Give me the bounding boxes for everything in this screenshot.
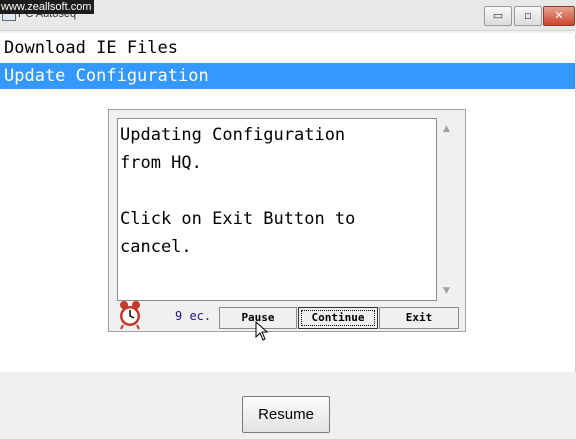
resume-button[interactable]: Resume [242,396,330,433]
maximize-icon: ▫ [524,9,532,22]
continue-button[interactable]: Continue [298,307,378,329]
watermark: www.zeallsoft.com [0,0,95,14]
progress-dialog: Updating Configuration from HQ. Click on… [108,109,466,332]
close-button[interactable]: ✕ [543,6,575,26]
minimize-button[interactable]: ▭ [484,6,512,26]
countdown-text: 9 ec. [175,309,212,323]
close-icon: ✕ [554,9,564,22]
alarm-clock-icon [120,301,140,330]
message-line: from HQ. [120,153,202,173]
list-item-update-configuration[interactable]: Update Configuration [0,63,575,89]
message-line: Updating Configuration [120,125,346,145]
title-bar: PC Autoseq www.zeallsoft.com ▭ ▫ ✕ [0,0,576,31]
message-line: Click on Exit Button to [120,209,356,229]
message-scrollbar[interactable]: ▲ ▼ [439,118,457,301]
mouse-cursor-icon [255,321,269,341]
message-line: cancel. [120,237,192,257]
list-item-download-ie-files[interactable]: Download IE Files [0,35,575,61]
maximize-button[interactable]: ▫ [514,6,542,26]
minimize-icon: ▭ [492,9,504,22]
scroll-up-icon[interactable]: ▲ [443,124,450,134]
message-box: Updating Configuration from HQ. Click on… [117,118,437,301]
message-line [120,177,436,205]
scroll-down-icon[interactable]: ▼ [443,286,450,296]
exit-button[interactable]: Exit [379,307,459,329]
